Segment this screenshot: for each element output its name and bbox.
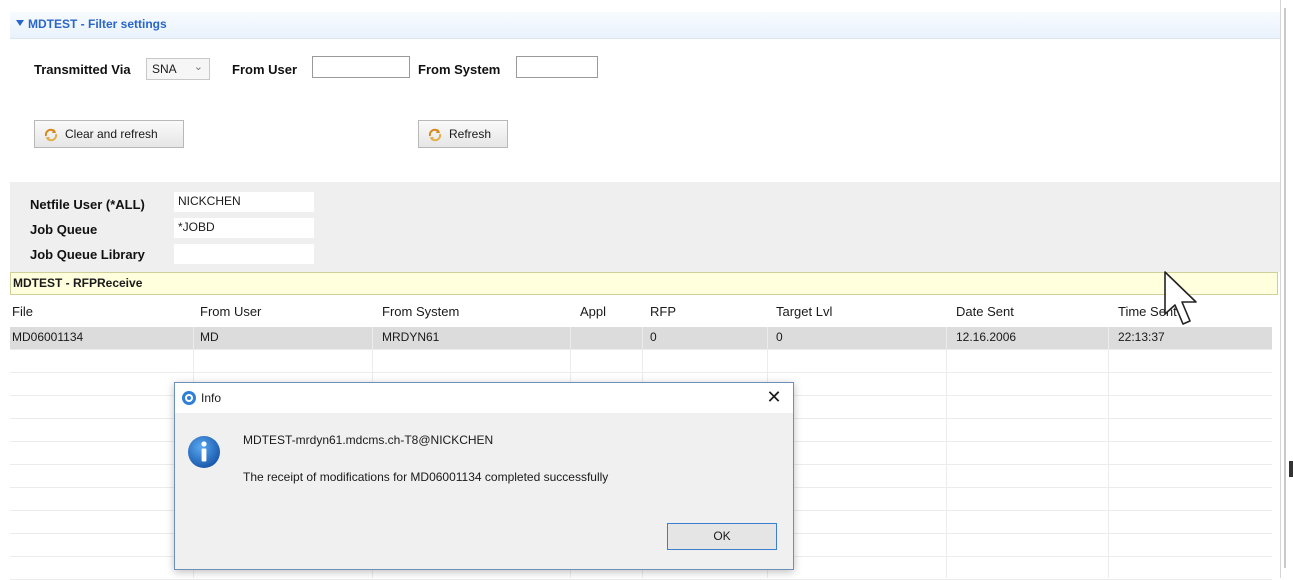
filter-settings-title: MDTEST - Filter settings (28, 17, 167, 31)
cell-time-sent: 22:13:37 (1118, 330, 1165, 344)
cell-file: MD06001134 (12, 330, 84, 344)
triangle-down-icon[interactable] (16, 20, 24, 26)
column-header-rfp[interactable]: RFP (650, 304, 676, 319)
netfile-user-value: NICKCHEN (178, 194, 241, 208)
cell-from-user: MD (200, 330, 219, 344)
column-header-from-user[interactable]: From User (200, 304, 261, 319)
clear-and-refresh-button[interactable]: Clear and refresh (34, 120, 184, 148)
refresh-arrows-icon (428, 128, 442, 142)
from-system-input[interactable] (516, 56, 598, 78)
netfile-user-label: Netfile User (*ALL) (30, 197, 145, 212)
table-row[interactable]: MD06001134 MD MRDYN61 0 0 12.16.2006 22:… (10, 327, 1272, 350)
ok-button[interactable]: OK (667, 523, 777, 550)
netfile-user-field[interactable]: NICKCHEN (174, 192, 314, 212)
job-queue-library-label: Job Queue Library (30, 247, 145, 262)
refresh-arrows-icon (44, 128, 58, 142)
mouse-pointer-icon (1164, 271, 1197, 325)
dialog-body: MDTEST-mrdyn61.mdcms.ch-T8@NICKCHEN The … (175, 413, 793, 569)
cell-target-lvl: 0 (776, 330, 783, 344)
dialog-title: Info (201, 391, 222, 405)
job-queue-field[interactable]: *JOBD (174, 218, 314, 238)
scroll-track[interactable] (1284, 8, 1286, 568)
edge-marker (1289, 461, 1293, 477)
dialog-title-bar[interactable]: Info ✕ (175, 383, 793, 413)
filter-settings-section: MDTEST - Filter settings Transmitted Via… (10, 12, 1280, 180)
chevron-down-icon: ⌄ (193, 61, 203, 73)
info-icon (188, 436, 220, 468)
column-divider (946, 327, 947, 578)
empty-row[interactable] (10, 350, 1272, 373)
cell-rfp: 0 (650, 330, 657, 344)
window-right-edge (1280, 0, 1293, 578)
filter-settings-header[interactable]: MDTEST - Filter settings (10, 12, 1280, 39)
dialog-message-line2: The receipt of modifications for MD06001… (243, 470, 609, 484)
column-header-appl[interactable]: Appl (580, 304, 606, 319)
column-header-date-sent[interactable]: Date Sent (956, 304, 1014, 319)
close-icon[interactable]: ✕ (763, 386, 785, 408)
transmitted-via-select[interactable]: SNA ⌄ (146, 58, 210, 80)
cell-from-system: MRDYN61 (382, 330, 440, 344)
job-queue-label: Job Queue (30, 222, 98, 237)
job-queue-library-field[interactable] (174, 244, 314, 264)
dialog-message-line1: MDTEST-mrdyn61.mdcms.ch-T8@NICKCHEN (243, 433, 494, 447)
from-system-label: From System (418, 62, 501, 77)
column-header-target-lvl[interactable]: Target Lvl (776, 304, 832, 319)
job-queue-value: *JOBD (178, 220, 215, 234)
refresh-button[interactable]: Refresh (418, 120, 508, 148)
table-header: File From User From System Appl RFP Targ… (10, 295, 1272, 327)
rfp-receive-title: MDTEST - RFPReceive (13, 276, 143, 290)
transmitted-via-label: Transmitted Via (34, 62, 131, 77)
from-user-input[interactable] (312, 56, 410, 78)
rfp-receive-header: MDTEST - RFPReceive (10, 272, 1278, 295)
job-parameters-panel: Netfile User (*ALL) NICKCHEN Job Queue *… (10, 182, 1280, 272)
cell-date-sent: 12.16.2006 (956, 330, 1017, 344)
from-user-label: From User (232, 62, 298, 77)
refresh-label: Refresh (449, 127, 492, 141)
column-divider (1108, 327, 1109, 578)
info-dialog: Info ✕ MDTEST-mrdyn61.mdcms.ch-T8@NICKCH… (174, 382, 794, 570)
app-window: MDTEST - Filter settings Transmitted Via… (0, 0, 1293, 580)
clear-and-refresh-label: Clear and refresh (65, 127, 158, 141)
column-header-file[interactable]: File (12, 304, 33, 319)
top-strip (0, 0, 1293, 10)
column-header-from-system[interactable]: From System (382, 304, 459, 319)
transmitted-via-value: SNA (152, 62, 177, 76)
app-icon (182, 391, 196, 405)
